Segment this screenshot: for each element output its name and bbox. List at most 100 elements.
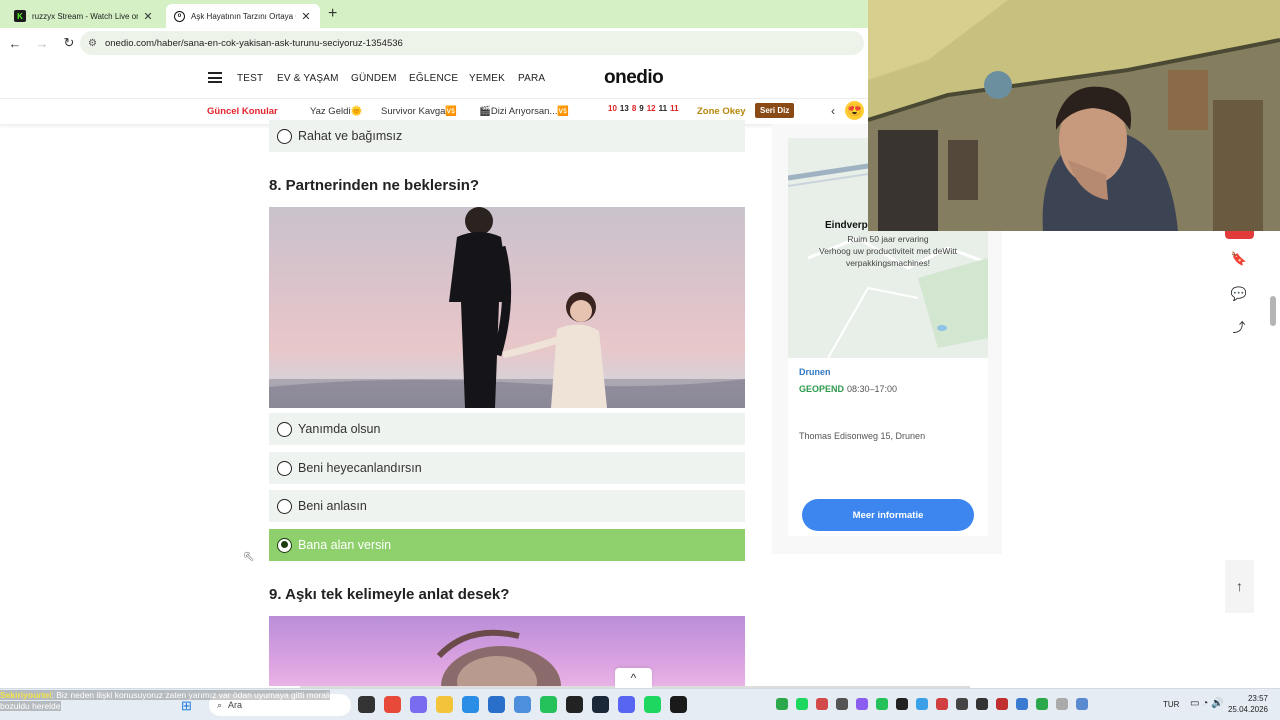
topics-label[interactable]: Güncel Konular	[207, 106, 278, 117]
chevron-up-icon[interactable]: ^	[615, 668, 652, 688]
close-tab-icon[interactable]: ✕	[300, 10, 312, 23]
clock-time: 23:57	[1247, 694, 1268, 703]
browser-tab-bar: K ruzzyx Stream - Watch Live on Kick ✕ o…	[0, 0, 868, 28]
quiz-option-selected[interactable]: Bana alan versin	[269, 529, 745, 561]
onedio-favicon-icon: o	[174, 10, 185, 22]
chat-message: Sekiriyourtei: Biz neden ilişki konusuyo…	[0, 690, 330, 711]
tab-kick-stream[interactable]: K ruzzyx Stream - Watch Live on Kick ✕	[6, 4, 162, 28]
comments-icon[interactable]: 💬	[1228, 283, 1250, 305]
question-9-image	[269, 616, 745, 686]
tray-app-icon[interactable]	[836, 698, 848, 710]
radio-checked-icon	[277, 537, 292, 553]
tray-app-icon[interactable]	[896, 698, 908, 710]
close-tab-icon[interactable]: ✕	[142, 10, 154, 23]
streamer-webcam-feed	[868, 0, 1280, 231]
tray-app-icon[interactable]	[816, 698, 828, 710]
game-numbers[interactable]: 10 13 8 9 12 11 11	[608, 104, 679, 113]
site-logo[interactable]: onedio	[604, 67, 664, 89]
ad-more-info-button[interactable]: Meer informatie	[802, 499, 974, 531]
network-volume-battery-icons[interactable]: ▭ ◔ 🔊	[1190, 698, 1224, 709]
radio-icon	[277, 421, 292, 437]
ad-text: Ruim 50 jaar ervaring	[847, 234, 929, 244]
nav-ev-yasam[interactable]: EV & YAŞAM	[277, 73, 339, 84]
tray-app-icon[interactable]	[796, 698, 808, 710]
store-icon[interactable]	[488, 696, 505, 713]
system-tray	[776, 698, 1088, 710]
microphone-icon[interactable]	[1076, 698, 1088, 710]
obs-icon[interactable]	[566, 696, 583, 713]
nav-para[interactable]: PARA	[518, 73, 545, 84]
quiz-option-previous[interactable]: Rahat ve bağımsız	[269, 120, 745, 152]
rail-red-tab[interactable]	[1225, 231, 1254, 239]
copilot-icon[interactable]	[410, 696, 427, 713]
topic-item[interactable]: Survivor Kavga🆚	[381, 106, 457, 117]
menu-icon[interactable]	[208, 72, 222, 83]
zone-okey-link[interactable]: Zone Okey	[697, 106, 746, 117]
question-8-title: 8. Partnerinden ne beklersin?	[269, 177, 480, 194]
taskbar-apps	[358, 696, 687, 713]
tray-app-icon[interactable]	[976, 698, 988, 710]
quiz-option[interactable]: Beni anlasın	[269, 490, 745, 522]
number-tile: 12	[646, 104, 656, 113]
kick-icon: K	[14, 10, 26, 22]
scroll-to-top-button[interactable]: ↑	[1225, 560, 1254, 613]
bookmark-icon[interactable]: 🔖	[1228, 248, 1250, 270]
ad-location[interactable]: Drunen	[799, 367, 831, 377]
quiz-option[interactable]: Beni heyecanlandırsın	[269, 452, 745, 484]
whatsapp-icon[interactable]	[540, 696, 557, 713]
nav-test[interactable]: TEST	[237, 73, 263, 84]
chevron-left-icon[interactable]: ‹	[831, 104, 835, 118]
edge-icon[interactable]	[462, 696, 479, 713]
url-text: onedio.com/haber/sana-en-cok-yakisan-ask…	[104, 37, 403, 49]
tray-app-icon[interactable]	[876, 698, 888, 710]
quiz-option[interactable]: Yanımda olsun	[269, 413, 745, 445]
page-scrollbar[interactable]	[1270, 296, 1276, 326]
number-tile: 11	[658, 104, 668, 113]
new-tab-icon[interactable]: +	[328, 5, 337, 23]
seri-diz-badge[interactable]: Seri Diz	[755, 103, 795, 118]
task-view-icon[interactable]	[358, 696, 375, 713]
chat-username: Sekiriyourtei	[0, 690, 52, 700]
discord-icon[interactable]	[618, 696, 635, 713]
language-indicator[interactable]: TUR	[1163, 700, 1179, 709]
spotify-icon[interactable]	[644, 696, 661, 713]
site-info-icon[interactable]: ⚙	[88, 38, 97, 49]
question-9-title: 9. Aşkı tek kelimeyle anlat desek?	[269, 586, 510, 603]
nav-yemek[interactable]: YEMEK	[469, 73, 505, 84]
tab-onedio[interactable]: o Aşk Hayatının Tarzını Ortaya Çıkaracak…	[166, 4, 320, 28]
number-tile: 9	[639, 104, 644, 113]
nav-gundem[interactable]: GÜNDEM	[351, 73, 397, 84]
nav-eglence[interactable]: EĞLENCE	[409, 73, 458, 84]
reload-icon[interactable]: ↻	[57, 35, 81, 51]
option-label: Beni anlasın	[298, 499, 367, 513]
tray-app-icon[interactable]	[996, 698, 1008, 710]
tray-app-icon[interactable]	[956, 698, 968, 710]
tray-app-icon[interactable]	[776, 698, 788, 710]
share-icon[interactable]: ⤴	[1228, 317, 1250, 339]
steam-icon[interactable]	[592, 696, 609, 713]
tray-app-icon[interactable]	[1016, 698, 1028, 710]
tab-title: Aşk Hayatının Tarzını Ortaya Çıkaracak	[191, 11, 296, 21]
kick-app-icon[interactable]	[670, 696, 687, 713]
clock[interactable]: 23:57 25.04.2026	[1226, 693, 1268, 715]
back-icon[interactable]: ←	[3, 36, 27, 51]
address-bar[interactable]: ⚙ onedio.com/haber/sana-en-cok-yakisan-a…	[80, 31, 864, 55]
mouse-cursor-icon: ↖	[243, 548, 255, 564]
tray-app-icon[interactable]	[1036, 698, 1048, 710]
tray-app-icon[interactable]	[916, 698, 928, 710]
topic-item[interactable]: 🎬Dizi Arıyorsan...🆚	[479, 106, 569, 117]
radio-icon	[277, 498, 292, 514]
heart-eyes-emoji-icon[interactable]: 😍	[845, 101, 864, 120]
forward-icon[interactable]: →	[30, 36, 54, 51]
file-explorer-icon[interactable]	[436, 696, 453, 713]
chrome-icon[interactable]	[384, 696, 401, 713]
radio-icon	[277, 128, 292, 144]
tray-app-icon[interactable]	[936, 698, 948, 710]
tray-app-icon[interactable]	[1056, 698, 1068, 710]
number-tile: 13	[619, 104, 629, 113]
topic-item[interactable]: Yaz Geldi🌞	[310, 106, 362, 117]
outlook-icon[interactable]	[514, 696, 531, 713]
option-label: Bana alan versin	[298, 538, 392, 552]
option-label: Beni heyecanlandırsın	[298, 461, 422, 475]
tray-app-icon[interactable]	[856, 698, 868, 710]
